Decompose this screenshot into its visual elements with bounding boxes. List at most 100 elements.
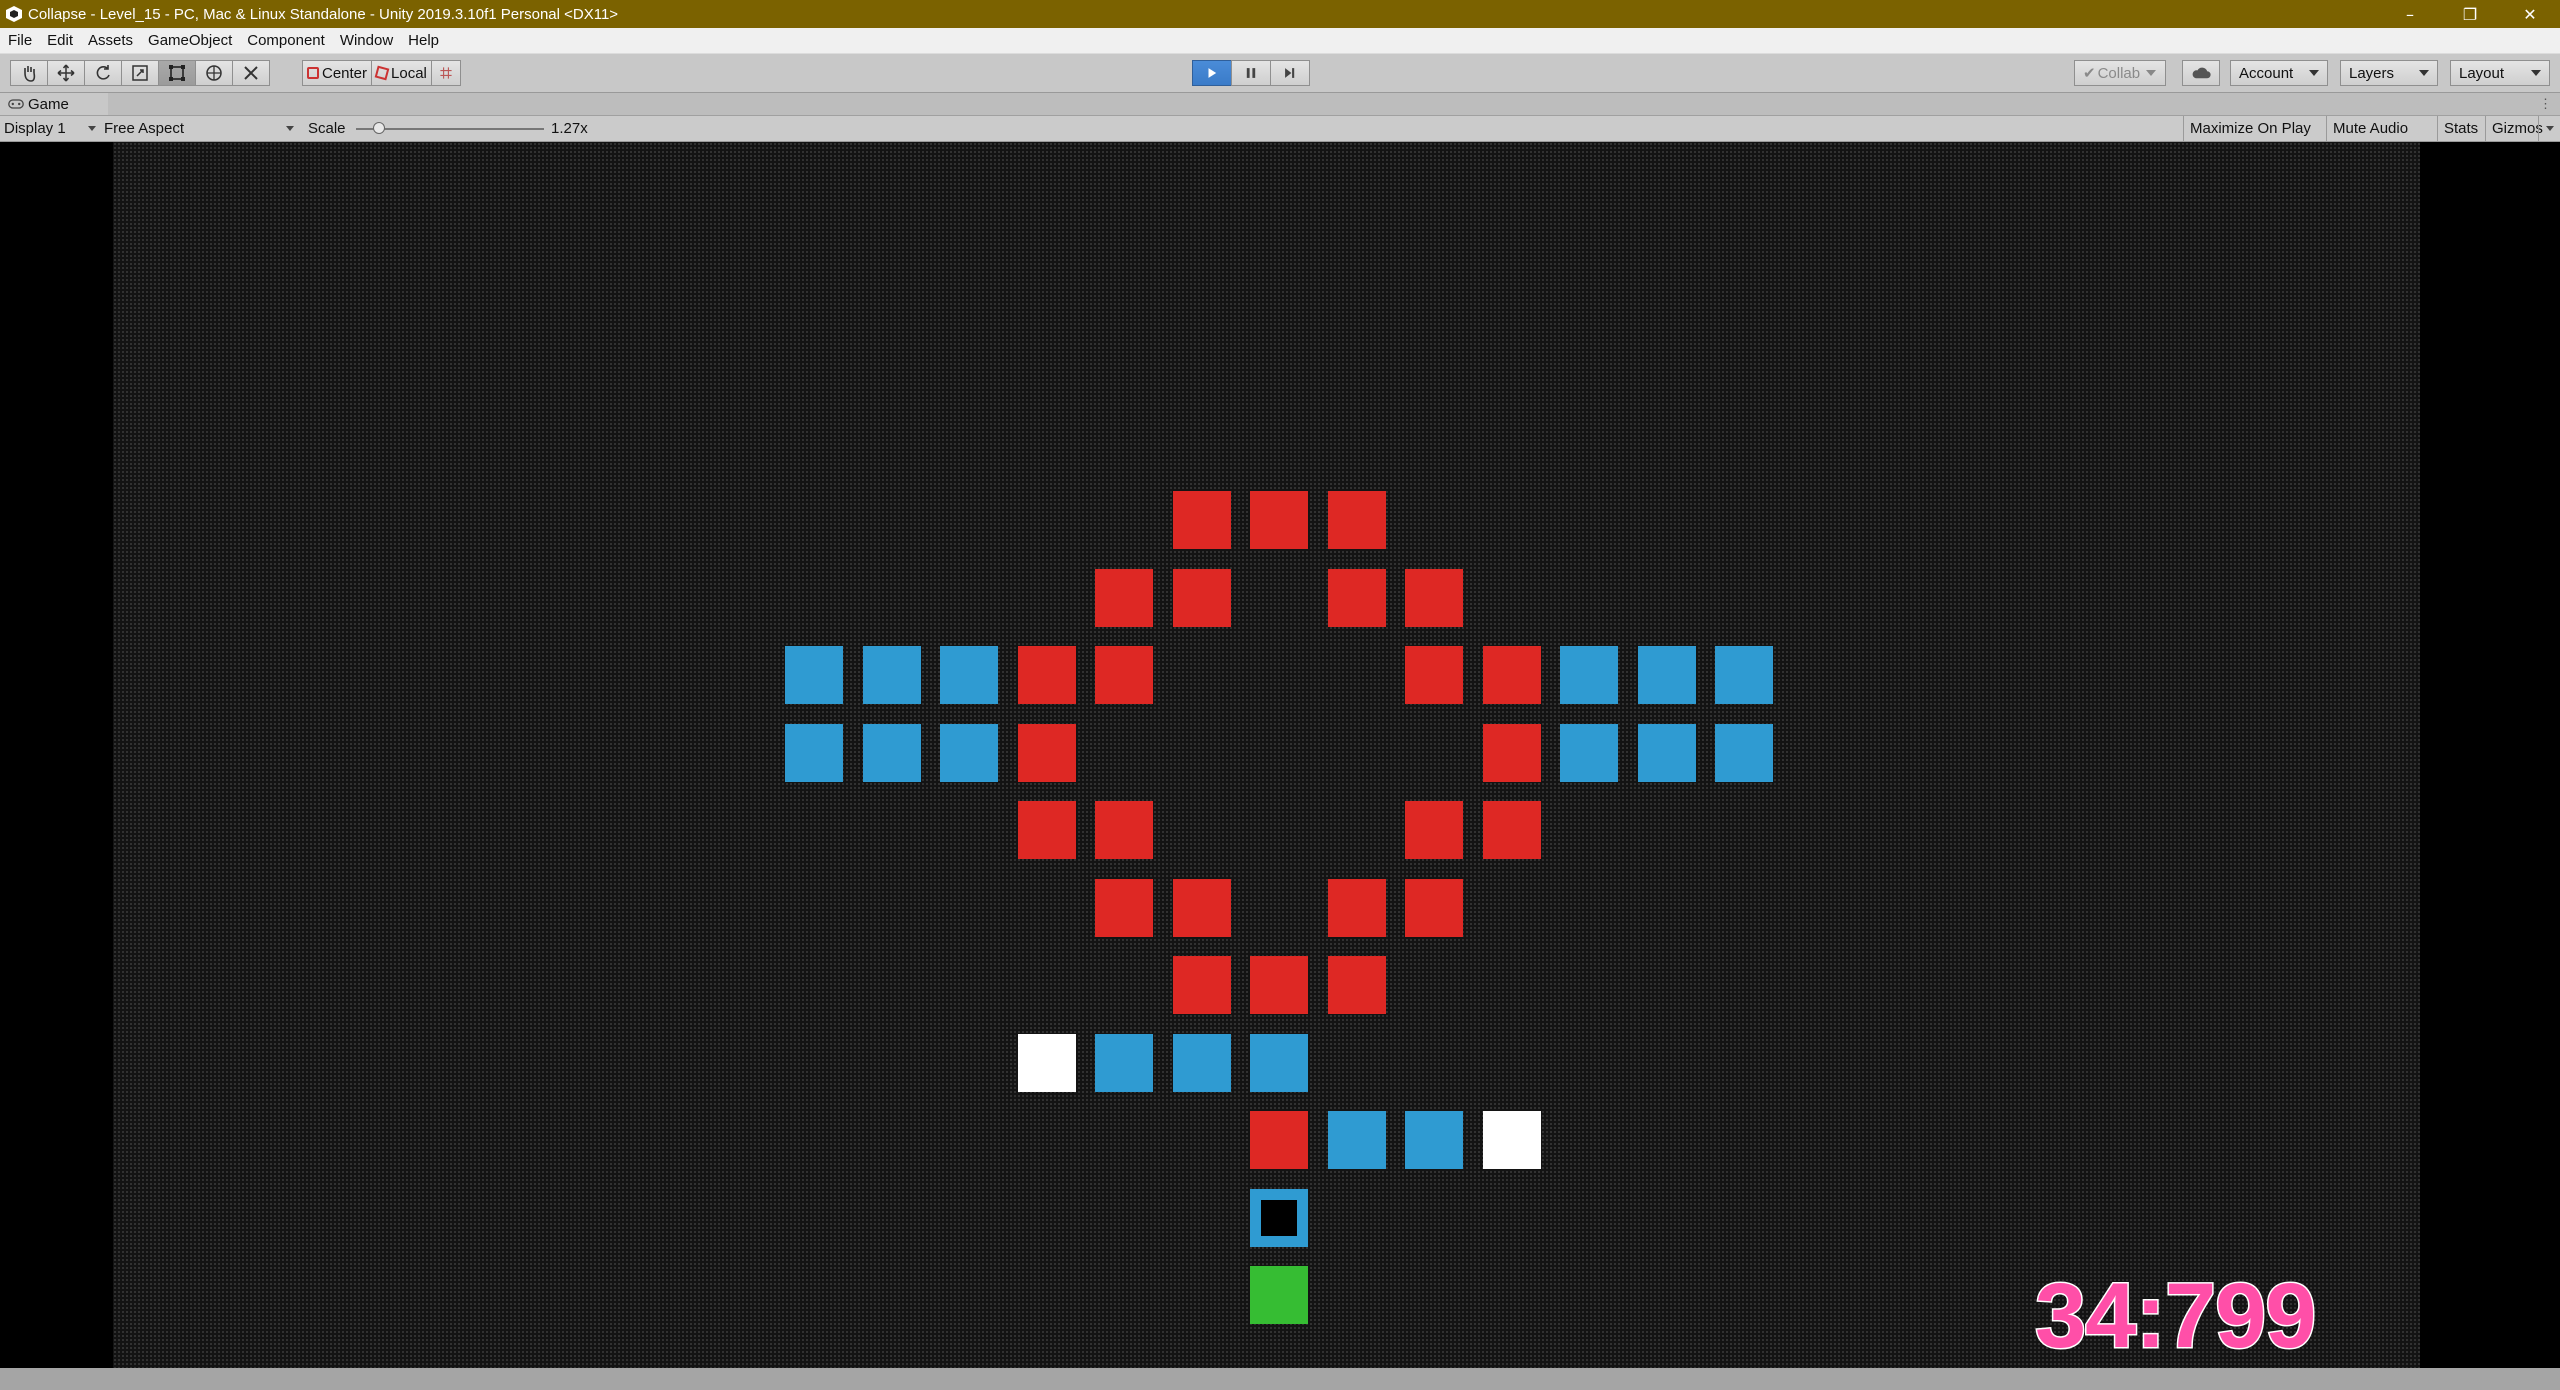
- account-dropdown[interactable]: Account: [2230, 60, 2328, 86]
- scale-tool-button[interactable]: [121, 60, 159, 86]
- blue-tile: [863, 724, 921, 782]
- rotate-tool-button[interactable]: [84, 60, 122, 86]
- blue-tile: [940, 646, 998, 704]
- red-tile: [1405, 646, 1463, 704]
- blue-tile: [785, 724, 843, 782]
- red-tile: [1483, 801, 1541, 859]
- play-icon: [1208, 68, 1217, 78]
- layers-dropdown[interactable]: Layers: [2340, 60, 2438, 86]
- tab-menu-icon[interactable]: ⋮: [2539, 96, 2552, 112]
- mute-audio-toggle[interactable]: Mute Audio: [2326, 116, 2414, 141]
- red-tile: [1250, 956, 1308, 1014]
- chevron-down-icon: [2531, 70, 2541, 76]
- pivot-rotation-label: Local: [391, 64, 427, 82]
- grid-snap-icon: [440, 67, 452, 79]
- red-tile: [1018, 646, 1076, 704]
- rotate-icon: [96, 65, 110, 80]
- game-viewport[interactable]: 34:799: [0, 142, 2560, 1368]
- red-tile: [1095, 646, 1153, 704]
- blue-tile: [1638, 724, 1696, 782]
- red-tile: [1328, 569, 1386, 627]
- display-dropdown[interactable]: Display 1: [4, 116, 96, 141]
- red-tile: [1328, 956, 1386, 1014]
- level-timer: 34:799: [2033, 1265, 2317, 1367]
- red-tile: [1250, 491, 1308, 549]
- minimize-button[interactable]: –: [2380, 0, 2440, 28]
- layout-dropdown[interactable]: Layout: [2450, 60, 2550, 86]
- pivot-mode-button[interactable]: Center: [302, 60, 373, 86]
- collab-label: Collab: [2097, 64, 2141, 82]
- unity-logo-icon: [6, 6, 22, 22]
- step-button[interactable]: [1270, 60, 1310, 86]
- red-tile: [1018, 724, 1076, 782]
- transform-icon: [206, 65, 222, 81]
- red-tile: [1095, 569, 1153, 627]
- chevron-down-icon: [2309, 70, 2319, 76]
- menu-component[interactable]: Component: [239, 32, 332, 49]
- stats-toggle[interactable]: Stats: [2437, 116, 2484, 141]
- maximize-button[interactable]: ❐: [2440, 0, 2500, 28]
- cloud-button[interactable]: [2182, 60, 2220, 86]
- red-tile: [1095, 879, 1153, 937]
- transform-tool-button[interactable]: [195, 60, 233, 86]
- gizmos-dropdown[interactable]: [2538, 116, 2560, 141]
- hand-icon: [24, 66, 36, 82]
- move-icon: [57, 64, 75, 82]
- rect-transform-icon: [169, 65, 185, 81]
- menu-gameobject[interactable]: GameObject: [140, 32, 239, 49]
- game-view-toolbar: Display 1 Free Aspect Scale 1.27x Maximi…: [0, 116, 2560, 142]
- red-tile: [1483, 724, 1541, 782]
- chevron-down-icon: [286, 126, 294, 131]
- close-button[interactable]: ✕: [2500, 0, 2560, 28]
- red-tile: [1250, 1111, 1308, 1169]
- chevron-down-icon: [2146, 70, 2157, 76]
- rect-tool-button[interactable]: [158, 60, 196, 86]
- tab-game[interactable]: Game: [0, 93, 108, 115]
- menu-assets[interactable]: Assets: [80, 32, 140, 49]
- red-tile: [1018, 801, 1076, 859]
- maximize-on-play-toggle[interactable]: Maximize On Play: [2183, 116, 2317, 141]
- scale-slider-thumb[interactable]: [373, 122, 385, 134]
- main-toolbar: Center Local ✔ Collab Account Layers Lay…: [0, 54, 2560, 93]
- blue-tile: [1405, 1111, 1463, 1169]
- play-button[interactable]: [1192, 60, 1232, 86]
- gamepad-icon: [8, 99, 24, 109]
- blue-tile: [1173, 1034, 1231, 1092]
- grid-snap-button[interactable]: [430, 60, 461, 86]
- white-tile: [1018, 1034, 1076, 1092]
- account-label: Account: [2239, 64, 2294, 82]
- pivot-rotation-button[interactable]: Local: [371, 60, 432, 86]
- blue-tile: [1715, 724, 1773, 782]
- blue-tile: [785, 646, 843, 704]
- menu-edit[interactable]: Edit: [39, 32, 80, 49]
- chevron-down-icon: [2546, 126, 2554, 131]
- hand-tool-button[interactable]: [10, 60, 48, 86]
- custom-tool-button[interactable]: [232, 60, 270, 86]
- blue-tile: [1328, 1111, 1386, 1169]
- move-tool-button[interactable]: [47, 60, 85, 86]
- collab-dropdown[interactable]: ✔ Collab: [2074, 60, 2166, 86]
- cloud-icon: [2192, 67, 2211, 79]
- aspect-label: Free Aspect: [104, 120, 185, 137]
- menu-bar: File Edit Assets GameObject Component Wi…: [0, 28, 2560, 54]
- red-tile: [1483, 646, 1541, 704]
- pause-icon: [1246, 68, 1256, 78]
- red-tile: [1173, 491, 1231, 549]
- chevron-down-icon: [88, 126, 96, 131]
- red-tile: [1095, 801, 1153, 859]
- red-tile: [1173, 569, 1231, 627]
- local-cube-icon: [374, 65, 390, 81]
- layers-label: Layers: [2349, 64, 2395, 82]
- white-tile: [1483, 1111, 1541, 1169]
- aspect-dropdown[interactable]: Free Aspect: [104, 116, 294, 141]
- menu-file[interactable]: File: [0, 32, 39, 49]
- blue-tile: [1638, 646, 1696, 704]
- menu-help[interactable]: Help: [400, 32, 446, 49]
- display-label: Display 1: [4, 120, 66, 137]
- menu-window[interactable]: Window: [332, 32, 400, 49]
- blue-tile: [1250, 1034, 1308, 1092]
- pause-button[interactable]: [1231, 60, 1271, 86]
- game-screen[interactable]: 34:799: [113, 142, 2420, 1368]
- red-tile: [1173, 879, 1231, 937]
- play-controls: [1192, 60, 1310, 86]
